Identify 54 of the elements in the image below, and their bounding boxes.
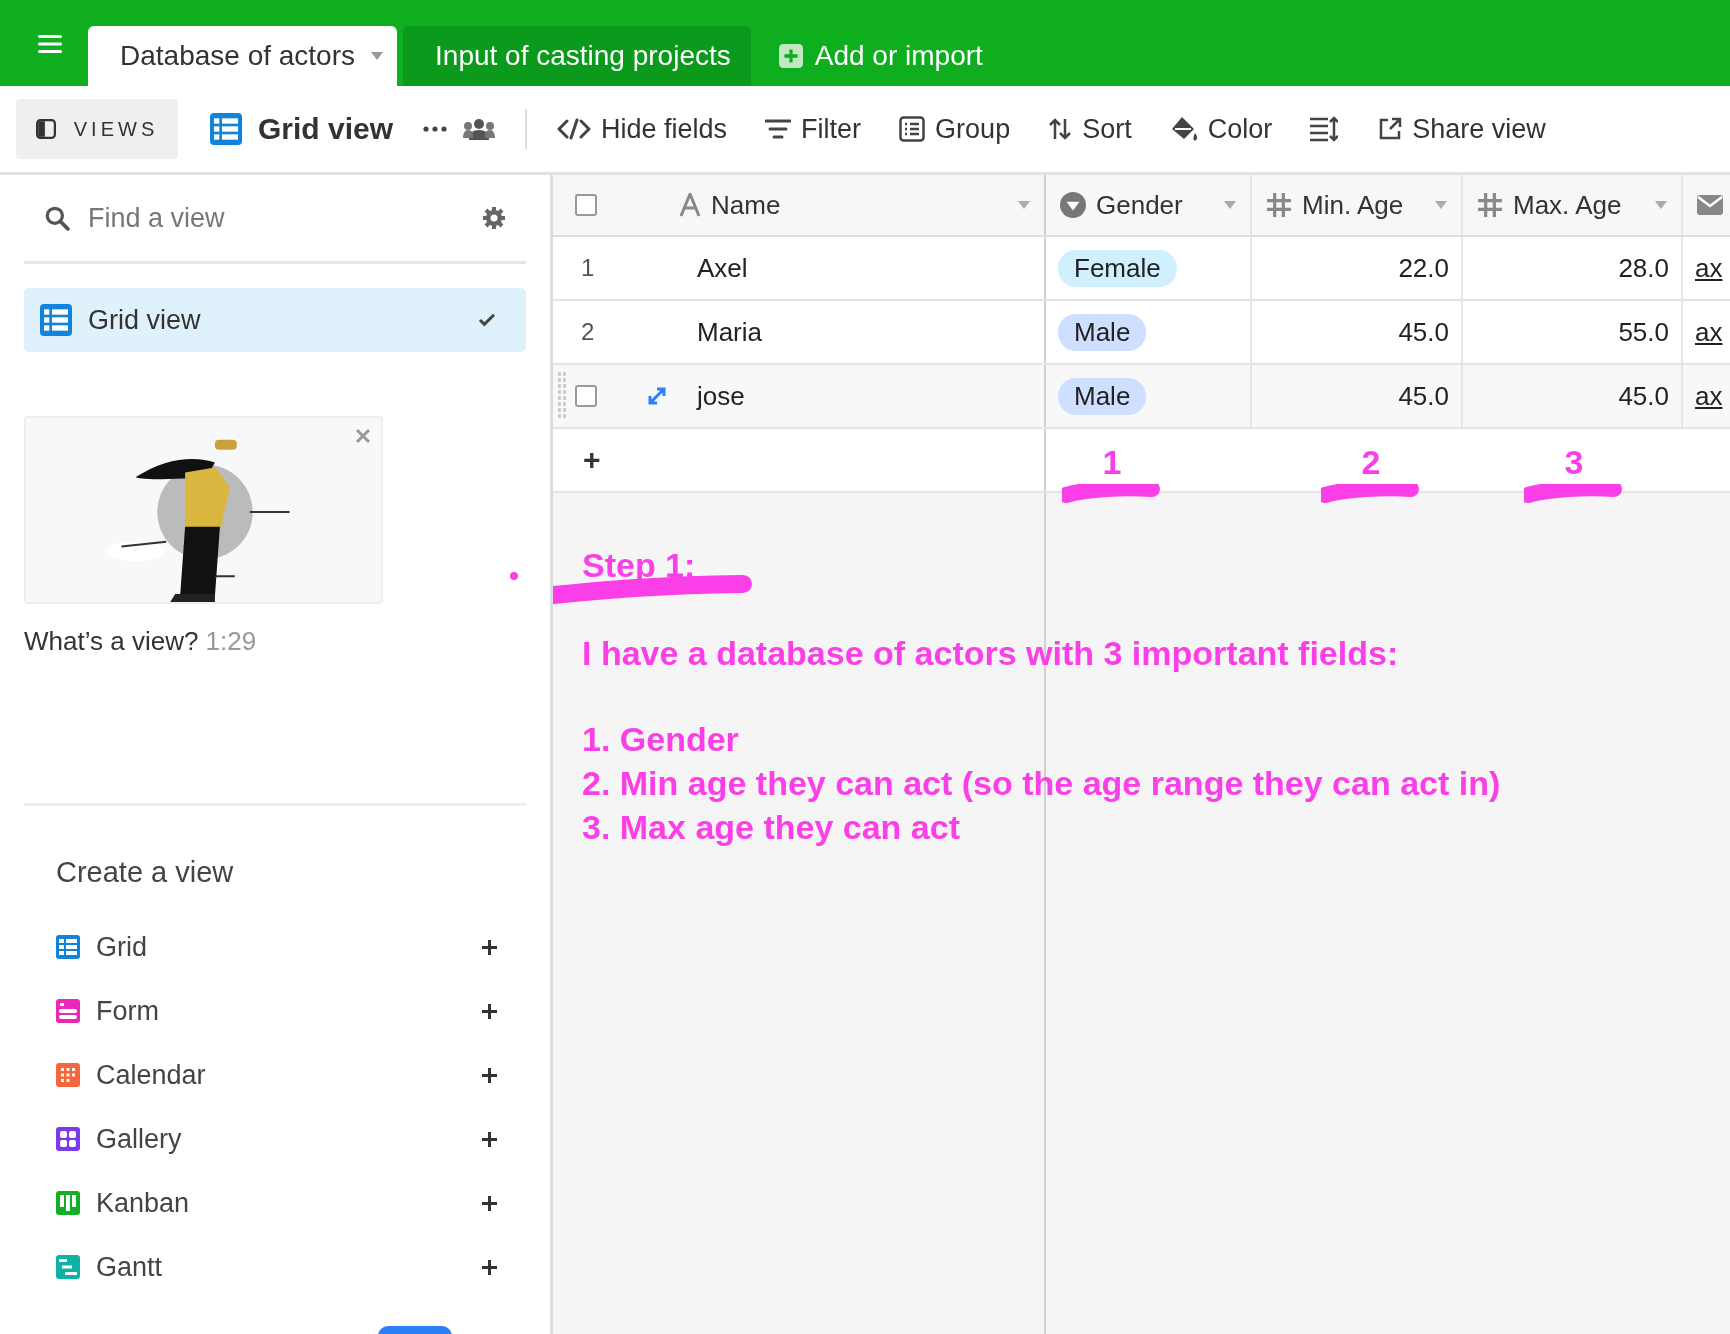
gender-tag: Male [1058,313,1147,351]
table-row[interactable]: 1 Axel Female 22.0 28.0 ax [553,237,1730,301]
column-header[interactable]: Min. Age [1252,175,1463,235]
table-cell: Maria [697,316,762,348]
table-cell: 45.0 [1618,380,1669,412]
video-caption[interactable]: What’s a view? 1:29 [24,626,526,657]
views-button[interactable]: VIEWS [16,99,178,159]
annotation-number: 2 [1360,443,1382,482]
table-cell: 55.0 [1618,316,1669,348]
toolbar-button[interactable]: Share view [1378,113,1546,145]
search-field[interactable]: Find a view [86,201,466,235]
toolbar-button[interactable]: Filter [765,113,862,145]
create-view-item[interactable]: Calendar [24,1043,526,1107]
annotation-list-item: 3. Max age they can act [582,807,961,848]
toolbar-button[interactable]: Color [1169,113,1273,145]
annotation-number: 3 [1563,443,1585,482]
column-header[interactable]: Gender [1046,175,1252,235]
table-tab[interactable]: Input of casting projects [403,26,751,86]
toolbar-button[interactable]: Group [899,113,1011,145]
annotation-list-item: 2. Min age they can act (so the age range they can act in) [582,763,1501,804]
table-cell: Axel [697,252,748,284]
add-row-button[interactable]: + [577,443,607,477]
table-tab[interactable]: Database of actors [88,26,398,86]
row-number: 2 [581,318,595,346]
gender-tag: Male [1058,377,1147,415]
section-heading: Create a view [55,856,235,889]
create-view-item[interactable]: Form [24,979,526,1043]
table-cell: 22.0 [1398,252,1449,284]
table-cell: jose [697,380,745,412]
column-header[interactable]: Name [553,175,1046,235]
email-link[interactable]: ax [1695,252,1723,284]
column-header[interactable]: Max. Age [1463,175,1683,235]
gender-tag: Female [1058,249,1177,287]
email-link[interactable]: ax [1695,380,1723,412]
annotation-title: Step 1: [582,546,696,585]
view-item[interactable]: Grid view [24,288,526,352]
create-view-item[interactable]: Gallery [24,1107,526,1171]
row-number: 1 [581,254,595,282]
annotation-text: I have a database of actors with 3 important fields: [582,634,1400,673]
annotation-number: 1 [1101,443,1123,482]
annotation-list-item: 1. Gender [582,719,740,760]
table-cell: 45.0 [1398,316,1449,348]
toolbar-button[interactable]: Hide fields [557,113,728,145]
toolbar-button[interactable]: Sort [1048,113,1132,145]
create-view-item[interactable]: Gantt [24,1235,526,1299]
table-row[interactable]: 2 Maria Male 45.0 55.0 ax [553,301,1730,365]
create-view-item[interactable]: Grid [24,915,526,979]
table-row[interactable]: jose Male 45.0 45.0 ax [553,365,1730,429]
view-name[interactable]: Grid view [258,112,394,146]
table-cell: 45.0 [1398,380,1449,412]
create-view-item[interactable]: Kanban [24,1171,526,1235]
view-label: Grid view [88,304,202,336]
email-link[interactable]: ax [1695,316,1723,348]
table-cell: 28.0 [1618,252,1669,284]
